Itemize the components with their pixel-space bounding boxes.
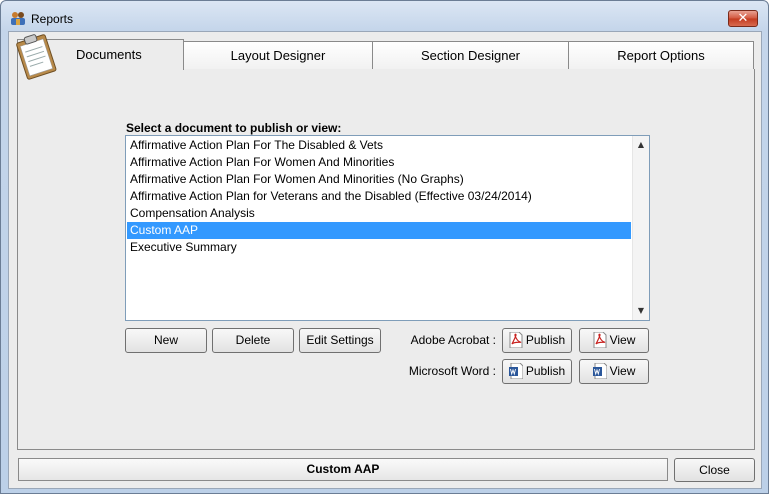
document-list-label: Select a document to publish or view: xyxy=(126,121,342,135)
acrobat-publish-button[interactable]: Publish xyxy=(502,328,572,353)
tab-section-designer-label: Section Designer xyxy=(421,48,520,63)
word-view-label: View xyxy=(609,364,636,378)
pdf-icon xyxy=(593,332,607,348)
close-icon: ✕ xyxy=(737,11,749,26)
acrobat-view-button[interactable]: View xyxy=(579,328,649,353)
scroll-up-icon[interactable]: ▲ xyxy=(633,137,649,153)
client-area: Documents Layout Designer Section Design… xyxy=(8,31,762,489)
word-icon xyxy=(508,363,523,379)
reports-people-icon xyxy=(11,12,25,25)
list-scrollbar[interactable]: ▲ ▼ xyxy=(632,136,649,320)
edit-settings-button[interactable]: Edit Settings xyxy=(299,328,381,353)
tab-documents-label: Documents xyxy=(76,47,142,62)
adobe-acrobat-label: Adobe Acrobat : xyxy=(410,333,496,347)
word-publish-button[interactable]: Publish xyxy=(502,359,572,384)
word-icon xyxy=(592,363,607,379)
window-title: Reports xyxy=(31,12,74,26)
acrobat-view-label: View xyxy=(609,333,636,347)
document-listbox[interactable]: Affirmative Action Plan For The Disabled… xyxy=(125,135,650,321)
clipboard-icon xyxy=(16,34,57,80)
tab-layout-designer[interactable]: Layout Designer xyxy=(183,41,373,69)
tab-section-designer[interactable]: Section Designer xyxy=(372,41,569,69)
pdf-icon xyxy=(509,332,523,348)
list-item[interactable]: Executive Summary xyxy=(127,239,631,256)
word-view-button[interactable]: View xyxy=(579,359,649,384)
list-item[interactable]: Affirmative Action Plan for Veterans and… xyxy=(127,188,631,205)
title-bar[interactable]: Reports ✕ xyxy=(1,1,768,31)
microsoft-word-label: Microsoft Word : xyxy=(408,364,496,378)
list-item[interactable]: Affirmative Action Plan For The Disabled… xyxy=(127,137,631,154)
close-button[interactable]: Close xyxy=(674,458,755,482)
list-item[interactable]: Affirmative Action Plan For Women And Mi… xyxy=(127,154,631,171)
list-item[interactable]: Compensation Analysis xyxy=(127,205,631,222)
document-list-items: Affirmative Action Plan For The Disabled… xyxy=(127,137,631,319)
acrobat-publish-label: Publish xyxy=(525,333,566,347)
scroll-down-icon[interactable]: ▼ xyxy=(633,303,649,319)
status-bar: Custom AAP xyxy=(18,458,668,481)
status-text: Custom AAP xyxy=(306,462,380,476)
reports-window: Reports ✕ Documents Layout Designer Sect… xyxy=(0,0,769,494)
new-button[interactable]: New xyxy=(125,328,207,353)
tab-report-options-label: Report Options xyxy=(617,48,705,63)
tab-report-options[interactable]: Report Options xyxy=(568,41,754,69)
list-item[interactable]: Custom AAP xyxy=(127,222,631,239)
delete-button[interactable]: Delete xyxy=(212,328,294,353)
list-item[interactable]: Affirmative Action Plan For Women And Mi… xyxy=(127,171,631,188)
window-close-button[interactable]: ✕ xyxy=(728,10,758,27)
tab-layout-designer-label: Layout Designer xyxy=(230,48,326,63)
word-publish-label: Publish xyxy=(525,364,566,378)
